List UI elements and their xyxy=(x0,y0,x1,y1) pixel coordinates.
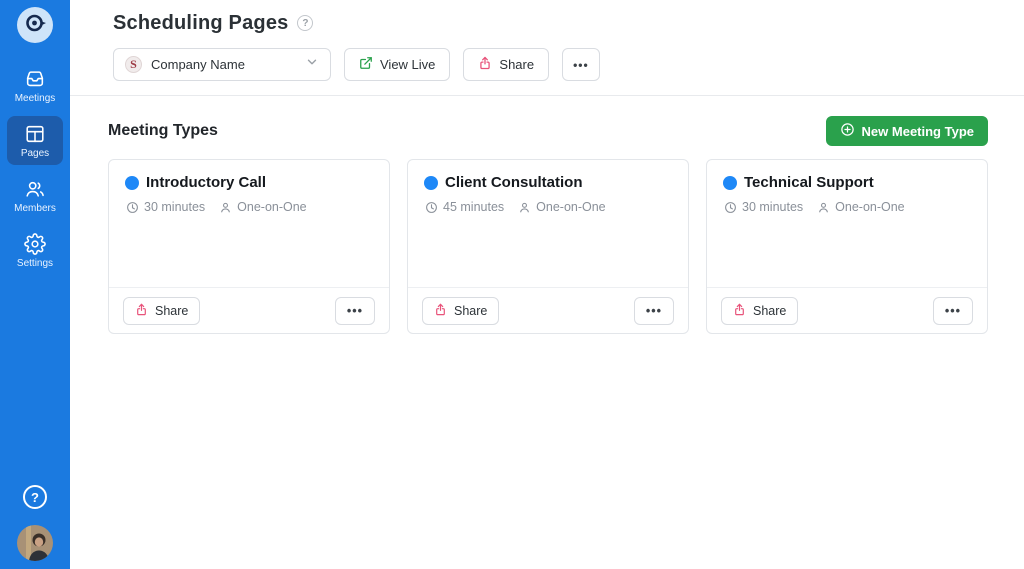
sidebar-item-label: Settings xyxy=(16,258,54,269)
company-selector[interactable]: S Company Name xyxy=(113,48,331,81)
card-more-button[interactable]: ••• xyxy=(932,296,973,325)
duration-label: 30 minutes xyxy=(742,200,804,214)
share-page-button[interactable]: Share xyxy=(463,48,550,81)
clock-logo-icon xyxy=(23,11,47,40)
meeting-type-link[interactable]: Introductory Call xyxy=(125,174,373,191)
sidebar-bottom: ? xyxy=(17,485,53,569)
chevron-down-icon xyxy=(305,55,319,74)
meeting-type-link[interactable]: Technical Support xyxy=(723,174,971,191)
card-more-button[interactable]: ••• xyxy=(633,296,674,325)
share-label: Share xyxy=(753,303,787,318)
sidebar-item-label: Members xyxy=(14,203,56,214)
sidebar-item-meetings[interactable]: Meetings xyxy=(7,61,63,110)
attendee-meta: One-on-One xyxy=(219,200,307,214)
share-icon xyxy=(478,56,492,73)
card-share-button[interactable]: Share xyxy=(721,296,799,325)
title-help-icon[interactable]: ? xyxy=(297,15,314,31)
share-label: Share xyxy=(155,303,189,318)
meeting-type-card: Technical Support 30 minutes One-on-One xyxy=(706,159,988,334)
meeting-color-dot xyxy=(424,175,438,190)
gear-icon xyxy=(24,233,46,255)
sidebar-nav: Meetings Pages Members Settings xyxy=(0,61,70,275)
meeting-color-dot xyxy=(723,175,737,190)
attendee-type-label: One-on-One xyxy=(536,200,606,214)
view-live-button[interactable]: View Live xyxy=(344,48,451,81)
company-logo-icon: S xyxy=(125,56,142,73)
company-selector-value: Company Name xyxy=(151,57,245,72)
share-label: Share xyxy=(499,57,535,72)
card-share-button[interactable]: Share xyxy=(123,296,201,325)
meeting-type-cards: Introductory Call 30 minutes One-on-One xyxy=(108,159,988,334)
members-icon xyxy=(24,178,46,200)
toolbar: S Company Name View Live Share ••• xyxy=(113,48,1024,81)
meeting-color-dot xyxy=(125,175,139,190)
ellipsis-icon: ••• xyxy=(645,303,662,318)
meeting-type-title: Introductory Call xyxy=(146,174,267,191)
card-more-button[interactable]: ••• xyxy=(334,296,375,325)
attendee-type-label: One-on-One xyxy=(835,200,905,214)
attendee-type-label: One-on-One xyxy=(237,200,307,214)
share-icon xyxy=(135,303,148,319)
person-icon xyxy=(221,202,230,212)
page-title: Scheduling Pages xyxy=(113,11,289,34)
person-icon xyxy=(819,202,828,212)
duration-label: 45 minutes xyxy=(443,200,505,214)
attendee-meta: One-on-One xyxy=(518,200,606,214)
sidebar-item-label: Meetings xyxy=(14,93,56,104)
share-icon xyxy=(733,303,746,319)
plus-circle-icon xyxy=(840,122,855,140)
clock-icon xyxy=(127,201,138,213)
view-live-label: View Live xyxy=(380,57,436,72)
sidebar-item-pages[interactable]: Pages xyxy=(7,116,63,165)
meeting-type-link[interactable]: Client Consultation xyxy=(424,174,672,191)
help-icon[interactable]: ? xyxy=(23,485,47,509)
help-glyph: ? xyxy=(31,489,39,505)
ellipsis-icon: ••• xyxy=(944,303,961,318)
content-area: Scheduling Pages ? S Company Name View L… xyxy=(70,0,1024,569)
pages-icon xyxy=(24,123,46,145)
clock-icon xyxy=(725,201,736,213)
external-link-icon xyxy=(359,56,373,73)
section-title: Meeting Types xyxy=(108,122,218,139)
new-meeting-type-button[interactable]: New Meeting Type xyxy=(825,116,988,146)
meeting-type-title: Client Consultation xyxy=(445,174,583,191)
new-meeting-type-label: New Meeting Type xyxy=(861,123,974,139)
card-share-button[interactable]: Share xyxy=(422,296,500,325)
help-glyph: ? xyxy=(302,17,309,29)
duration-label: 30 minutes xyxy=(144,200,206,214)
user-avatar[interactable] xyxy=(17,525,53,561)
clock-icon xyxy=(426,201,437,213)
main-section: Meeting Types New Meeting Type Introduct… xyxy=(70,96,1024,334)
ellipsis-icon: ••• xyxy=(573,57,589,72)
duration-meta: 30 minutes xyxy=(126,200,205,214)
app-logo[interactable] xyxy=(17,7,53,43)
duration-meta: 30 minutes xyxy=(724,200,803,214)
ellipsis-icon: ••• xyxy=(346,303,363,318)
sidebar-item-settings[interactable]: Settings xyxy=(7,226,63,275)
meeting-type-card: Client Consultation 45 minutes One-on-On… xyxy=(407,159,689,334)
meeting-type-title: Technical Support xyxy=(744,174,874,191)
sidebar-item-members[interactable]: Members xyxy=(7,171,63,220)
meeting-type-card: Introductory Call 30 minutes One-on-One xyxy=(108,159,390,334)
attendee-meta: One-on-One xyxy=(817,200,905,214)
page-more-button[interactable]: ••• xyxy=(562,48,600,81)
share-icon xyxy=(434,303,447,319)
duration-meta: 45 minutes xyxy=(425,200,504,214)
sidebar-item-label: Pages xyxy=(20,148,50,159)
share-label: Share xyxy=(454,303,488,318)
sidebar: Meetings Pages Members Settings ? xyxy=(0,0,70,569)
page-header: Scheduling Pages ? S Company Name View L… xyxy=(70,0,1024,96)
inbox-icon xyxy=(24,68,46,90)
person-icon xyxy=(520,202,529,212)
